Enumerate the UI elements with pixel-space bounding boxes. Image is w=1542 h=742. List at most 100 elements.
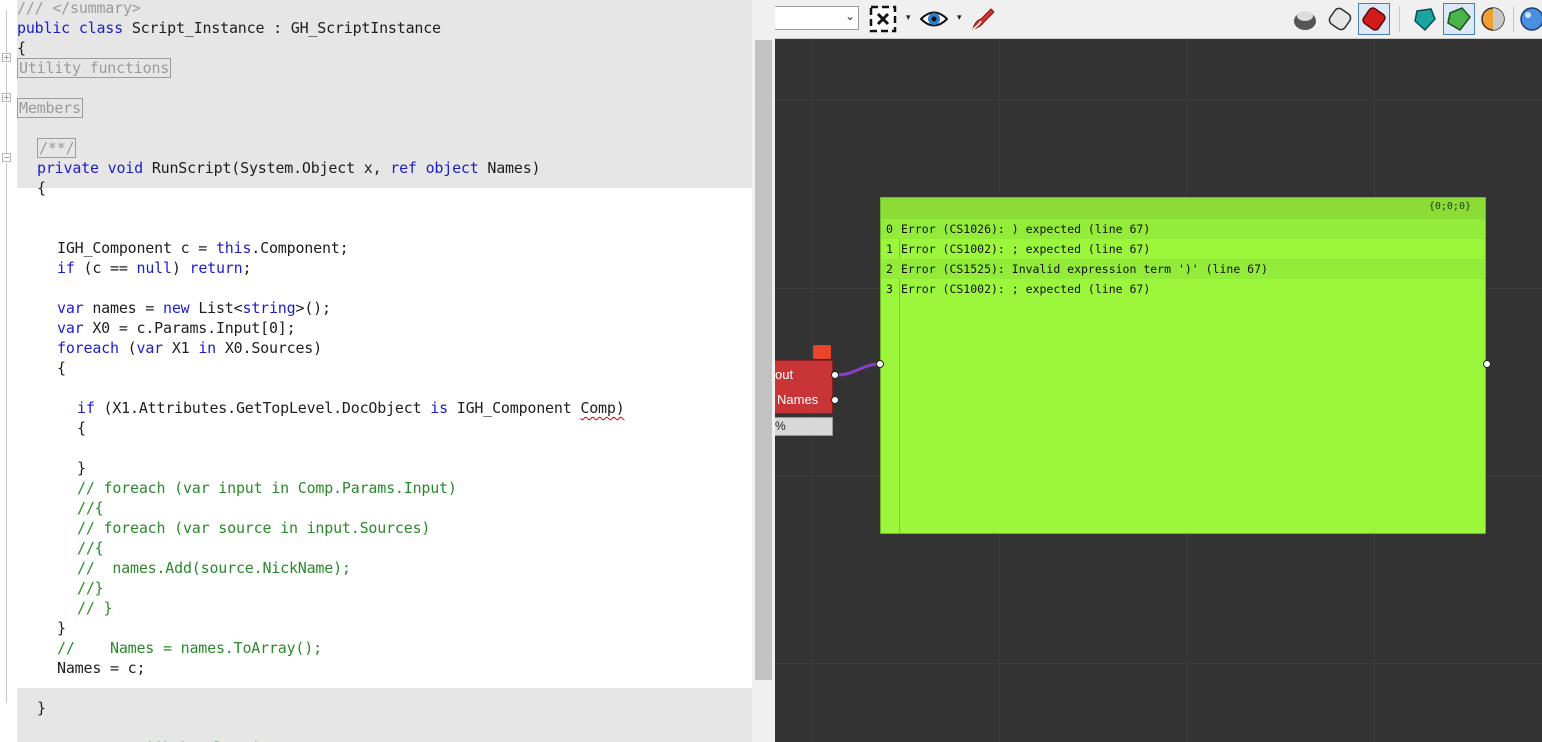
code-token: // Names = names.ToArray(); [57, 639, 322, 657]
error-output-panel[interactable]: {0;0;0} 0 Error (CS1026): ) expected (lin… [880, 197, 1486, 534]
code-token: { [17, 39, 26, 57]
panel-row-index: 3 [886, 282, 893, 296]
code-line[interactable]: /// </summary> [17, 0, 141, 18]
code-token: { [57, 359, 66, 377]
code-line[interactable]: public class Script_Instance : GH_Script… [17, 18, 441, 38]
code-line[interactable]: if (X1.Attributes.GetTopLevel.DocObject … [77, 398, 625, 418]
zoom-extents-icon[interactable] [869, 5, 897, 33]
sketch-brush-icon[interactable] [969, 5, 997, 33]
code-token: { [77, 419, 86, 437]
preview-selected-icon[interactable] [1360, 5, 1388, 33]
code-token: return [189, 259, 243, 277]
panel-row: 2 Error (CS1525): Invalid expression term… [881, 259, 1485, 279]
panel-row: 3 Error (CS1002): ; expected (line 67) [881, 279, 1485, 299]
editor-scrollbar[interactable] [752, 0, 775, 742]
code-line[interactable]: } [57, 618, 66, 638]
code-token: X1 [163, 339, 199, 357]
code-line[interactable]: // foreach (var source in input.Sources) [77, 518, 430, 538]
code-line[interactable]: // } [77, 598, 113, 618]
panel-row: 1 Error (CS1002): ; expected (line 67) [881, 239, 1485, 259]
scrollbar-thumb[interactable] [755, 40, 772, 680]
orange-sphere-icon[interactable] [1479, 5, 1507, 33]
collapsed-region-label[interactable]: Members [17, 98, 83, 118]
green-gem-icon[interactable] [1445, 5, 1473, 33]
script-editor[interactable]: + + − /// </summary> public class Script_… [0, 0, 775, 742]
code-token: in [198, 339, 216, 357]
component-warning-flag[interactable] [813, 345, 831, 359]
fold-expand-icon[interactable]: + [2, 93, 11, 102]
collapsed-region-label[interactable]: /**/ [37, 138, 77, 158]
code-line[interactable]: //} [77, 578, 104, 598]
output-grip[interactable] [831, 396, 839, 404]
code-token: // foreach (var source in input.Sources) [77, 519, 431, 537]
code-line[interactable]: private void RunScript(System.Object x, … [37, 158, 541, 178]
code-token: //{ [77, 499, 104, 517]
code-token: Names) [478, 159, 541, 177]
fold-guide [6, 12, 7, 54]
output-grip[interactable] [831, 371, 839, 379]
code-token: ( [118, 339, 137, 357]
code-line[interactable]: Members [17, 98, 83, 118]
code-line[interactable]: // foreach (var input in Comp.Params.Inp… [77, 478, 457, 498]
code-token: null [136, 259, 173, 277]
code-line[interactable]: //{ [77, 538, 104, 558]
preview-shaded-icon[interactable] [1326, 5, 1354, 33]
code-token: string [242, 299, 296, 317]
fold-expand-icon[interactable]: + [2, 53, 11, 62]
code-line[interactable]: // Names = names.ToArray(); [57, 638, 322, 658]
dropdown-caret-icon[interactable]: ▾ [957, 13, 962, 23]
preview-eye-icon[interactable] [920, 5, 948, 33]
code-token: // foreach (var input in Comp.Params.Inp… [77, 479, 457, 497]
code-line[interactable]: // <Custom additional code> [37, 738, 276, 742]
code-token: X0 = c.Params.Input[0]; [83, 319, 296, 337]
output-param-names[interactable]: Names [777, 392, 818, 407]
code-line[interactable]: IGH_Component c = this.Component; [57, 238, 349, 258]
collapsed-region-label[interactable]: Utility functions [17, 58, 172, 78]
code-token: var [57, 319, 84, 337]
code-token: } [77, 459, 86, 477]
readonly-region-bottom [17, 688, 752, 742]
code-line[interactable]: { [77, 418, 86, 438]
panel-output-grip[interactable] [1483, 360, 1491, 368]
preview-wireframe-icon[interactable] [1291, 5, 1319, 33]
component-status-text: % [775, 419, 786, 433]
view-dropdown[interactable]: ⌄ [775, 6, 859, 30]
code-line[interactable]: } [37, 698, 46, 718]
code-token: List< [189, 299, 243, 317]
panel-input-grip[interactable] [876, 360, 884, 368]
code-token: /// </summary> [17, 0, 141, 17]
cyan-gem-icon[interactable] [1411, 5, 1439, 33]
code-line[interactable]: //{ [77, 498, 104, 518]
code-line[interactable]: // names.Add(source.NickName); [77, 558, 351, 578]
code-line[interactable]: { [17, 38, 26, 58]
code-token: is [430, 399, 448, 417]
fold-collapse-icon[interactable]: − [2, 153, 11, 162]
code-line[interactable]: var X0 = c.Params.Input[0]; [57, 318, 296, 338]
panel-header: {0;0;0} [881, 198, 1485, 219]
code-line[interactable]: if (c == null) return; [57, 258, 252, 278]
code-token: //{ [77, 539, 104, 557]
code-line[interactable]: { [57, 358, 66, 378]
code-line[interactable]: { [37, 178, 46, 198]
code-token: (X1.Attributes.GetTopLevel.DocObject [94, 399, 431, 417]
panel-data-path: {0;0;0} [1428, 201, 1471, 212]
csharp-script-component[interactable]: out Names [775, 360, 833, 414]
dropdown-caret-icon[interactable]: ▾ [906, 13, 911, 23]
blue-sphere-icon[interactable] [1518, 5, 1542, 33]
code-line[interactable]: Names = c; [57, 658, 146, 678]
code-token: IGH_Component c = [57, 239, 216, 257]
code-line[interactable]: } [77, 458, 86, 478]
code-token: if [57, 259, 75, 277]
code-line[interactable]: foreach (var X1 in X0.Sources) [57, 338, 322, 358]
code-token: } [57, 619, 66, 637]
code-token: new [162, 299, 190, 317]
grasshopper-canvas[interactable]: ⌄ ▾ ▾ out Names % {0;0;0} 0 Error (CS102… [775, 0, 1542, 742]
code-token: var [57, 299, 84, 317]
code-line[interactable]: var names = new List<string>(); [57, 298, 331, 318]
code-line[interactable]: Utility functions [17, 58, 172, 78]
panel-row-index: 1 [886, 242, 893, 256]
code-token: RunScript(System.Object x, [151, 159, 391, 177]
code-line[interactable]: /**/ [37, 138, 77, 158]
fold-guide [6, 63, 7, 93]
output-param-out[interactable]: out [775, 367, 793, 382]
